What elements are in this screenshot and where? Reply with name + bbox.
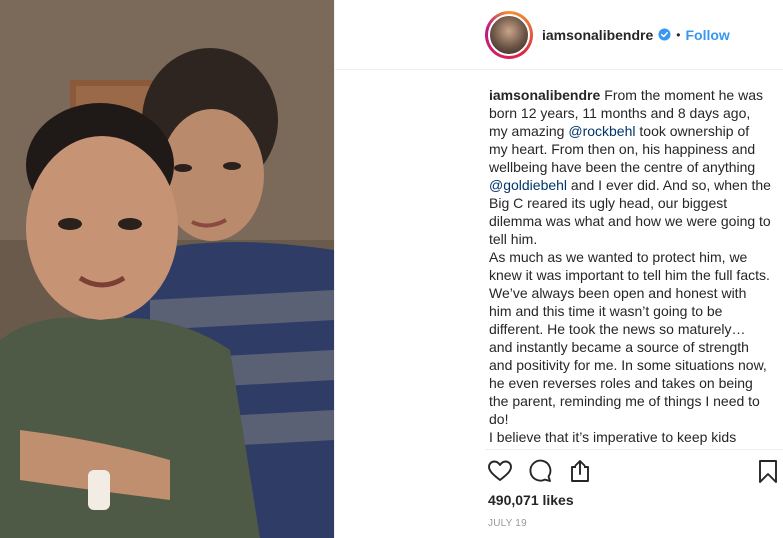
action-bar bbox=[487, 458, 783, 486]
follow-button[interactable]: Follow bbox=[685, 27, 729, 43]
mention-link-rockbehl[interactable]: @rockbehl bbox=[568, 123, 635, 139]
post-photo[interactable] bbox=[0, 0, 334, 538]
like-count[interactable]: 490,071 likes bbox=[488, 492, 574, 508]
avatar-image bbox=[488, 13, 530, 56]
section-divider bbox=[485, 449, 783, 450]
profile-avatar[interactable] bbox=[485, 10, 533, 59]
caption-author[interactable]: iamsonalibendre bbox=[489, 87, 600, 103]
comment-icon[interactable] bbox=[527, 458, 553, 484]
heart-icon[interactable] bbox=[487, 458, 513, 484]
header-separator: • bbox=[676, 27, 681, 42]
photo-mother-and-son bbox=[0, 0, 334, 538]
bookmark-icon[interactable] bbox=[755, 458, 781, 484]
post-date[interactable]: JULY 19 bbox=[488, 518, 527, 529]
caption-paragraph-1: iamsonalibendre From the moment he was bo… bbox=[489, 86, 771, 248]
verified-badge-icon bbox=[658, 28, 671, 41]
header-username[interactable]: iamsonalibendre bbox=[542, 27, 653, 43]
post-header: iamsonalibendre • Follow bbox=[335, 0, 783, 70]
mention-link-goldiebehl[interactable]: @goldiebehl bbox=[489, 177, 567, 193]
share-icon[interactable] bbox=[567, 458, 593, 484]
caption-paragraph-3: I believe that it’s imperative to keep k… bbox=[489, 429, 737, 445]
post-caption: iamsonalibendre From the moment he was bo… bbox=[489, 86, 771, 446]
post-panel: iamsonalibendre • Follow iamsonalibendre… bbox=[334, 0, 783, 538]
caption-paragraph-2: As much as we wanted to protect him, we … bbox=[489, 249, 770, 427]
